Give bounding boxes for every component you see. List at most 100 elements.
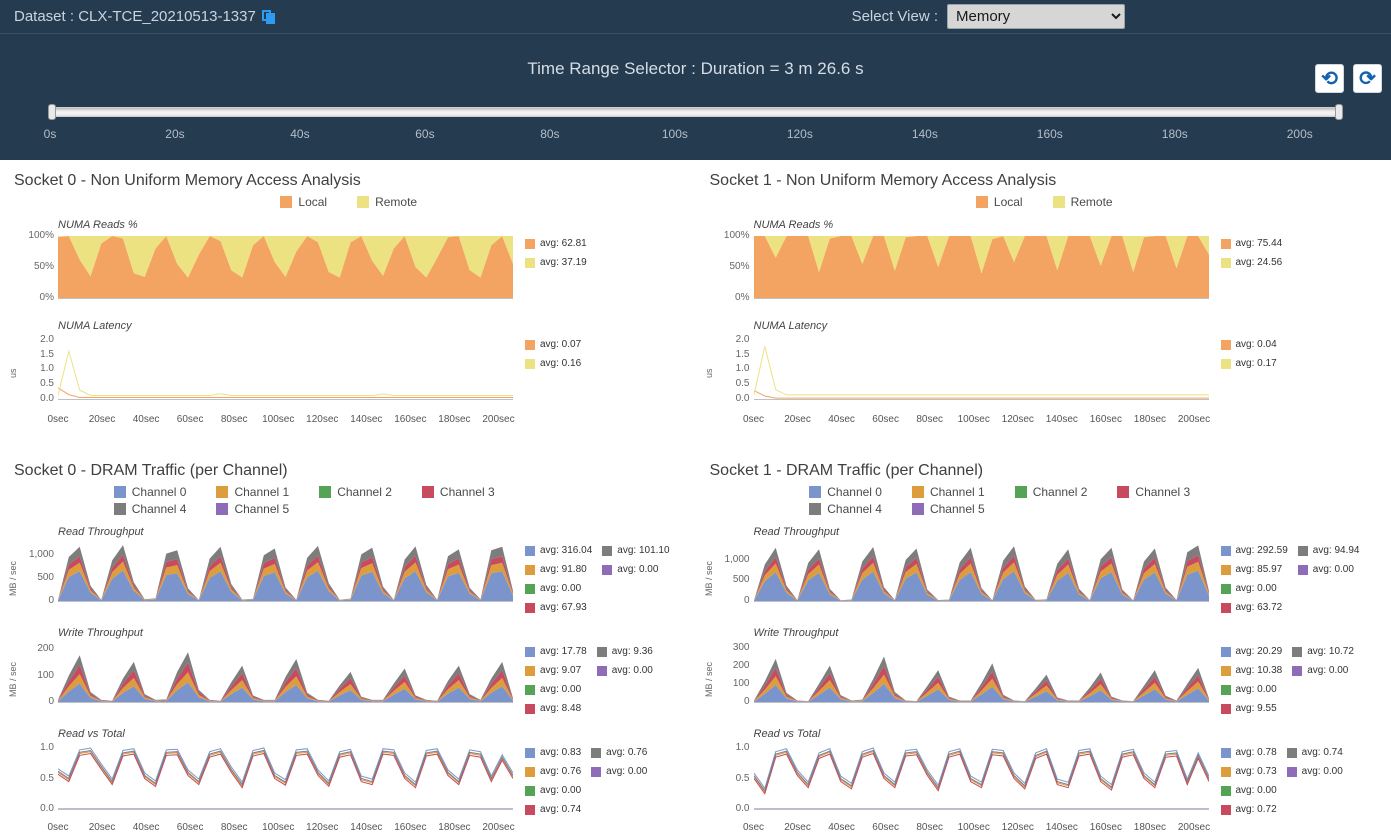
avg-swatch-icon xyxy=(525,786,535,796)
avg-swatch-icon xyxy=(1221,767,1231,777)
legend-item[interactable]: Channel 4 xyxy=(809,502,882,516)
x-tick-label: 100sec xyxy=(262,822,294,833)
y-axis-ticks: 0100200300 xyxy=(718,641,754,703)
avg-swatch-icon xyxy=(525,565,535,575)
avg-legend-item: avg: 0.04 xyxy=(1221,335,1277,354)
y-tick-label: 0 xyxy=(48,696,54,707)
view-select[interactable]: Memory xyxy=(947,4,1125,29)
avg-legend-item: avg: 0.00 xyxy=(591,762,647,781)
avg-legend-item: avg: 0.74 xyxy=(1287,743,1343,762)
legend-item[interactable]: Channel 2 xyxy=(1015,485,1088,499)
legend-item[interactable]: Channel 0 xyxy=(809,485,882,499)
redo-zoom-button[interactable]: ⟳ xyxy=(1353,64,1382,93)
legend-item[interactable]: Channel 4 xyxy=(114,502,187,516)
y-axis-ticks: 0.00.51.01.52.0 xyxy=(22,334,58,400)
avg-swatch-icon xyxy=(1221,647,1231,657)
chart-title: NUMA Reads % xyxy=(58,219,690,232)
legend-item[interactable]: Channel 5 xyxy=(912,502,985,516)
slider-handle-left[interactable] xyxy=(48,104,56,120)
panel-title: Socket 1 - DRAM Traffic (per Channel) xyxy=(710,462,1386,481)
avg-value: avg: 0.72 xyxy=(1236,804,1277,815)
slider-handle-right[interactable] xyxy=(1335,104,1343,120)
legend-item[interactable]: Channel 0 xyxy=(114,485,187,499)
x-tick-label: 60s xyxy=(415,127,434,141)
dataset-label: Dataset : CLX-TCE_20210513-1337 xyxy=(14,8,256,25)
undo-zoom-button[interactable]: ⟲ xyxy=(1315,64,1344,93)
chart-read-throughput: Read Throughput MB / sec 05001,000 avg: … xyxy=(8,526,690,617)
x-tick-label: 80sec xyxy=(916,822,943,833)
legend-item[interactable]: Channel 1 xyxy=(216,485,289,499)
y-axis-label xyxy=(704,267,718,277)
legend-item[interactable]: Channel 2 xyxy=(319,485,392,499)
y-tick-label: 100% xyxy=(724,230,750,241)
avg-swatch-icon xyxy=(602,546,612,556)
chart-read-throughput: Read Throughput MB / sec 05001,000 avg: … xyxy=(704,526,1386,617)
avg-legend-item: avg: 9.07 xyxy=(525,661,587,680)
read-vs-total-plot[interactable] xyxy=(58,742,513,810)
x-axis-ticks: 0sec20sec40sec60sec80sec100sec120sec140s… xyxy=(58,822,513,836)
x-tick-label: 20sec xyxy=(89,822,116,833)
chart-title: NUMA Latency xyxy=(58,320,690,333)
y-axis-ticks: 05001,000 xyxy=(22,540,58,602)
copy-icon[interactable] xyxy=(262,10,275,24)
x-tick-label: 120s xyxy=(787,127,813,141)
avg-legend-item: avg: 75.44 xyxy=(1221,234,1283,253)
slider-track[interactable] xyxy=(50,107,1341,117)
y-tick-label: 50% xyxy=(729,261,749,272)
x-tick-label: 60sec xyxy=(872,414,899,425)
x-tick-label: 140sec xyxy=(1046,414,1078,425)
legend-item[interactable]: Remote xyxy=(1053,195,1113,209)
x-tick-label: 100sec xyxy=(958,822,990,833)
avg-value: avg: 0.00 xyxy=(606,766,647,777)
legend-swatch-icon xyxy=(809,503,821,515)
legend-item[interactable]: Channel 5 xyxy=(216,502,289,516)
x-tick-label: 0sec xyxy=(47,822,68,833)
write-throughput-plot[interactable] xyxy=(754,641,1209,703)
y-axis-label xyxy=(8,776,22,786)
x-tick-label: 120sec xyxy=(1002,414,1034,425)
legend-label: Local xyxy=(994,195,1023,209)
avg-value: avg: 0.00 xyxy=(1313,564,1354,575)
series-legend: Local Remote xyxy=(280,195,417,209)
legend-item[interactable]: Channel 3 xyxy=(1117,485,1190,499)
avg-value: avg: 63.72 xyxy=(1236,602,1283,613)
avg-value: avg: 9.07 xyxy=(540,665,581,676)
y-tick-label: 1.5 xyxy=(736,349,750,360)
legend-item[interactable]: Channel 3 xyxy=(422,485,495,499)
avg-legend-item: avg: 10.72 xyxy=(1292,642,1354,661)
write-throughput-plot[interactable] xyxy=(58,641,513,703)
y-tick-label: 1,000 xyxy=(724,554,749,565)
legend-item[interactable]: Remote xyxy=(357,195,417,209)
legend-label: Channel 0 xyxy=(132,485,187,499)
y-tick-label: 0% xyxy=(735,292,749,303)
x-tick-label: 80sec xyxy=(221,414,248,425)
avg-value: avg: 0.04 xyxy=(1236,339,1277,350)
numa-latency-plot[interactable] xyxy=(754,334,1209,400)
read-throughput-plot[interactable] xyxy=(754,540,1209,602)
y-axis-label xyxy=(8,267,22,277)
numa-reads-plot[interactable] xyxy=(754,233,1209,299)
chart-title: Read vs Total xyxy=(754,728,1386,741)
read-vs-total-plot[interactable] xyxy=(754,742,1209,810)
avg-swatch-icon xyxy=(1221,704,1231,714)
avg-swatch-icon xyxy=(1221,685,1231,695)
legend-item[interactable]: Local xyxy=(280,195,327,209)
x-tick-label: 60sec xyxy=(177,822,204,833)
time-range-slider[interactable] xyxy=(50,107,1341,119)
x-tick-label: 0sec xyxy=(47,414,68,425)
y-tick-label: 0 xyxy=(744,696,750,707)
panel-title: Socket 1 - Non Uniform Memory Access Ana… xyxy=(710,172,1386,191)
legend-item[interactable]: Local xyxy=(976,195,1023,209)
numa-latency-plot[interactable] xyxy=(58,334,513,400)
y-axis-label: us xyxy=(704,368,718,378)
avg-value: avg: 62.81 xyxy=(540,238,587,249)
legend-swatch-icon xyxy=(1015,486,1027,498)
x-tick-label: 200sec xyxy=(482,414,514,425)
read-throughput-plot[interactable] xyxy=(58,540,513,602)
legend-item[interactable]: Channel 1 xyxy=(912,485,985,499)
x-tick-label: 0sec xyxy=(743,414,764,425)
x-tick-label: 140sec xyxy=(350,414,382,425)
x-tick-label: 140sec xyxy=(1046,822,1078,833)
numa-reads-plot[interactable] xyxy=(58,233,513,299)
legend-swatch-icon xyxy=(114,486,126,498)
